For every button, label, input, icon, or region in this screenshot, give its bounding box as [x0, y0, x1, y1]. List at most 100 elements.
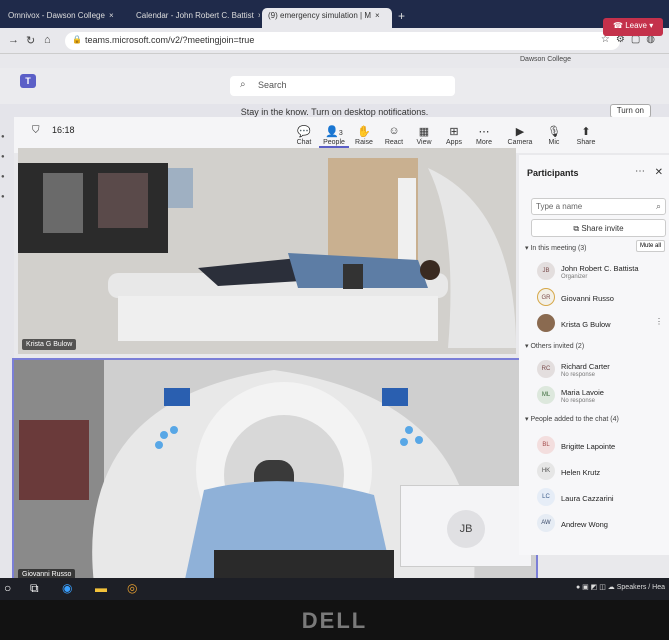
self-view-tile[interactable]: JB	[400, 485, 532, 567]
raise-button[interactable]: ✋ Raise	[349, 125, 379, 146]
chevron-down-icon[interactable]: ▾	[649, 21, 653, 30]
tab-label: (9) emergency simulation | M	[268, 11, 371, 20]
participant-search-input[interactable]: Type a name ⌕	[531, 198, 666, 215]
participant-row[interactable]: GR Giovanni Russo	[537, 288, 667, 312]
participant-name: Helen Krutz	[561, 468, 601, 477]
meeting-timer: 16:18	[52, 125, 75, 135]
back-icon[interactable]: →	[8, 34, 19, 46]
more-icon: ⋯	[478, 126, 490, 138]
avatar: ML	[537, 386, 555, 404]
tab-label: Omnivox - Dawson College	[8, 11, 105, 20]
tray-icons: ● ▣ ◩ ◫ ☁	[575, 584, 617, 591]
close-icon[interactable]: ×	[375, 11, 380, 20]
leave-label: Leave	[625, 21, 647, 30]
rail-teams-icon[interactable]: ●	[1, 174, 14, 180]
more-button[interactable]: ⋯ More	[469, 125, 499, 146]
chat-button[interactable]: 💬 Chat	[289, 125, 319, 146]
share-button[interactable]: ⬆ Share	[571, 125, 601, 146]
participant-row[interactable]: LC Laura Cazzarini	[537, 488, 667, 512]
camera-button[interactable]: ▶ Camera	[505, 125, 535, 146]
in-meeting-header[interactable]: ▾ In this meeting (3)	[525, 244, 587, 252]
notification-text: Stay in the know. Turn on desktop notifi…	[240, 107, 429, 117]
mute-all-button[interactable]: Mute all	[635, 240, 665, 252]
new-tab-button[interactable]: +	[398, 9, 405, 23]
raise-label: Raise	[355, 139, 373, 146]
tab-omnivox[interactable]: Omnivox - Dawson College ×	[2, 8, 120, 28]
chrome-icon[interactable]: ◎	[127, 581, 137, 595]
mic-label: Mic	[548, 139, 560, 146]
close-icon[interactable]: ✕	[655, 167, 663, 178]
phone-icon: ☎	[613, 21, 626, 30]
react-button[interactable]: ☺ React	[379, 125, 409, 146]
mic-button[interactable]: 🎙 Mic	[539, 125, 569, 146]
share-invite-button[interactable]: ⧉ Share invite	[531, 219, 666, 237]
participant-row[interactable]: Krista G Bulow ⋮	[537, 314, 667, 338]
mic-icon: 🎙	[547, 126, 561, 138]
participant-status: No response	[561, 372, 596, 378]
browser-tab-bar: Omnivox - Dawson College × Calendar - Joh…	[0, 0, 669, 28]
task-view-icon[interactable]: ⧉	[30, 581, 39, 596]
participant-row[interactable]: RC Richard Carter No response	[537, 360, 667, 384]
bookmark-dawson[interactable]: Dawson College	[520, 56, 571, 63]
rail-activity-icon[interactable]: ●	[1, 134, 14, 140]
participant-row[interactable]: HK Helen Krutz	[537, 462, 667, 486]
people-label: People	[323, 139, 345, 146]
search-icon[interactable]: ○	[4, 581, 11, 595]
video-feed-ct-room	[18, 148, 516, 354]
smile-icon: ☺	[388, 125, 400, 137]
screen: Omnivox - Dawson College × Calendar - Joh…	[0, 0, 669, 600]
apps-button[interactable]: ⊞ Apps	[439, 125, 469, 146]
search-placeholder: Search	[258, 80, 287, 90]
address-bar[interactable]: 🔒 teams.microsoft.com/v2/?meetingjoin=tr…	[65, 32, 620, 50]
people-glyph: 👤	[325, 126, 339, 138]
search-input[interactable]: ⌕ Search	[230, 76, 455, 96]
participant-row[interactable]: AW Andrew Wong	[537, 514, 667, 538]
search-placeholder: Type a name	[536, 202, 583, 211]
teams-logo-icon: T	[20, 74, 36, 88]
tab-calendar[interactable]: Calendar - John Robert C. Battist ×	[130, 8, 260, 28]
close-icon[interactable]: ×	[258, 11, 260, 20]
avatar: HK	[537, 462, 555, 480]
participant-name: Andrew Wong	[561, 520, 608, 529]
participant-name: Giovanni Russo	[561, 294, 614, 303]
leave-button[interactable]: ☎ Leave ▾	[603, 18, 663, 36]
others-invited-header[interactable]: ▾ Others invited (2)	[525, 342, 584, 350]
view-label: View	[416, 139, 432, 146]
section-label: Others invited (2)	[530, 343, 585, 350]
participant-role: Organizer	[561, 274, 588, 280]
react-label: React	[384, 139, 404, 146]
participant-name: Laura Cazzarini	[561, 494, 614, 503]
reload-icon[interactable]: ↻	[26, 34, 35, 47]
grid-icon: ▦	[418, 126, 430, 138]
hand-icon: ✋	[357, 126, 371, 138]
avatar: JB	[447, 510, 485, 548]
camera-icon: ▶	[515, 126, 525, 138]
video-tile-krista[interactable]: Krista G Bulow	[18, 148, 516, 354]
edge-icon[interactable]: ◉	[62, 581, 72, 595]
view-button[interactable]: ▦ View	[409, 125, 439, 146]
home-icon[interactable]: ⌂	[44, 34, 51, 46]
rail-chat-icon[interactable]: ●	[1, 154, 14, 160]
turn-on-button[interactable]: Turn on	[609, 104, 651, 118]
tab-emergency-simulation[interactable]: (9) emergency simulation | M ×	[262, 8, 392, 28]
section-label: People added to the chat (4)	[530, 416, 619, 423]
speakers-tooltip: Speakers / Hea	[616, 584, 665, 591]
bookmarks-bar: Dawson College	[0, 54, 669, 68]
more-icon[interactable]: ⋯	[635, 166, 645, 177]
teams-header: T ⌕ Search	[0, 68, 669, 104]
chat-people-header[interactable]: ▾ People added to the chat (4)	[525, 415, 619, 423]
more-icon[interactable]: ⋮	[655, 317, 663, 326]
close-icon[interactable]: ×	[109, 11, 114, 20]
system-tray[interactable]: ● ▣ ◩ ◫ ☁ Speakers / Hea	[576, 583, 665, 591]
chat-icon: 💬	[297, 126, 311, 138]
folder-icon[interactable]: ▬	[95, 581, 107, 595]
people-icon: 👤3	[319, 125, 349, 139]
people-button[interactable]: 👤3 People	[319, 125, 349, 148]
panel-title: Participants	[527, 168, 579, 178]
apps-label: Apps	[446, 139, 462, 146]
participant-row[interactable]: BL Brigitte Lapointe	[537, 436, 667, 460]
participant-row[interactable]: ML Maria Lavoie No response	[537, 386, 667, 410]
camera-label: Camera	[507, 139, 533, 146]
rail-calendar-icon[interactable]: ●	[1, 194, 14, 200]
participant-row[interactable]: JB John Robert C. Battista Organizer	[537, 262, 667, 286]
